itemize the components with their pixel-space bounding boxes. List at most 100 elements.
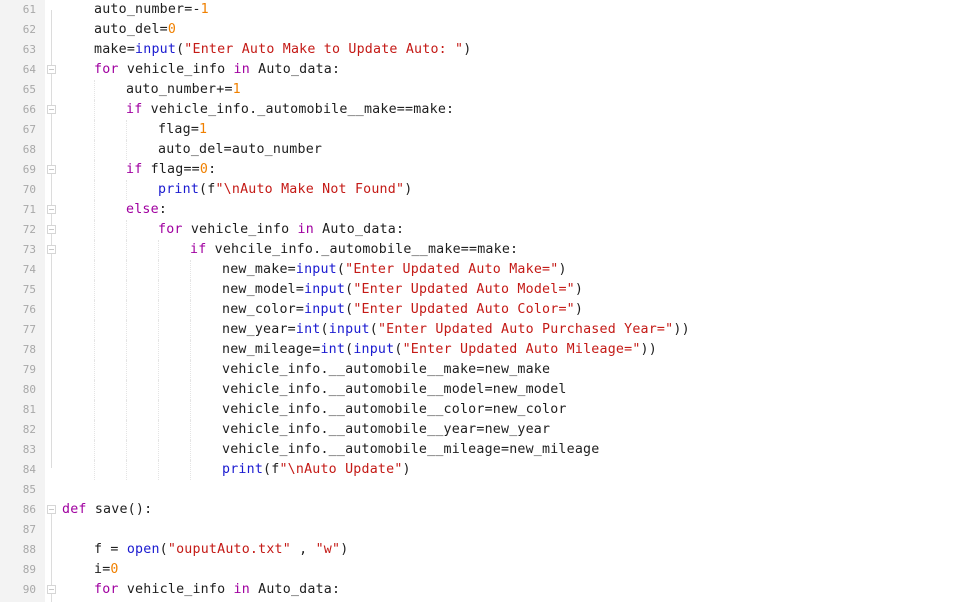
line-number: 64 [22, 63, 36, 76]
token-string: "Enter Updated Auto Purchased Year=" [377, 322, 674, 337]
code-line[interactable]: 85 [0, 480, 974, 500]
token-string: "Enter Updated Auto Make=" [345, 262, 559, 277]
token-number: 1 [232, 82, 241, 97]
indent-guide [126, 240, 127, 260]
code-line[interactable]: 74 new_make=input("Enter Updated Auto Mak… [0, 260, 974, 280]
indent-guide [190, 280, 191, 300]
token-string: "Enter Updated Auto Mileage=" [402, 342, 641, 357]
code-line[interactable]: 63 make=input("Enter Auto Make to Update … [0, 40, 974, 60]
line-number: 76 [22, 303, 36, 316]
indent-guide [126, 420, 127, 440]
token-text: vehicle_info [182, 222, 298, 237]
code-line[interactable]: 72 for vehicle_info in Auto_data: [0, 220, 974, 240]
code-line[interactable]: 87 [0, 520, 974, 540]
code-line[interactable]: 73 if vehcile_info._automobile__make==mak… [0, 240, 974, 260]
indent-guide [158, 400, 159, 420]
indent-guide [94, 140, 95, 160]
token-text: )) [640, 342, 657, 357]
token-keyword: else [126, 202, 159, 217]
code-line[interactable]: 89 i=0 [0, 560, 974, 580]
indent-guide [94, 120, 95, 140]
line-number: 90 [22, 583, 36, 596]
token-text: auto_number=- [94, 2, 201, 17]
fold-collapse-icon[interactable] [47, 505, 56, 514]
token-text: auto_del= [94, 22, 168, 37]
token-text: new_mileage= [222, 342, 321, 357]
code-line[interactable]: 77 new_year=int(input("Enter Updated Auto… [0, 320, 974, 340]
code-line[interactable]: 78 new_mileage=int(input("Enter Updated A… [0, 340, 974, 360]
code-text: vehicle_info.__automobile__year=new_year [222, 420, 550, 440]
line-number: 84 [22, 463, 36, 476]
fold-collapse-icon[interactable] [47, 105, 56, 114]
code-line[interactable]: 88 f = open("ouputAuto.txt" , "w") [0, 540, 974, 560]
code-text: for vehicle_info in Auto_data: [94, 60, 340, 80]
token-string: "Enter Auto Make to Update Auto: " [184, 42, 464, 57]
token-keyword: in [233, 62, 250, 77]
code-line[interactable]: 67 flag=1 [0, 120, 974, 140]
code-line[interactable]: 65 auto_number+=1 [0, 80, 974, 100]
token-number: 0 [167, 22, 177, 37]
code-line[interactable]: 84 print(f"\nAuto Update") [0, 460, 974, 480]
code-line[interactable]: 62 auto_del=0 [0, 20, 974, 40]
token-text: ) [558, 262, 567, 277]
indent-guide [126, 300, 127, 320]
code-line[interactable]: 71 else: [0, 200, 974, 220]
code-line[interactable]: 61 auto_number=-1 [0, 0, 974, 20]
token-string: "ouputAuto.txt" [167, 542, 291, 557]
fold-collapse-icon[interactable] [47, 585, 56, 594]
token-builtin: input [353, 342, 395, 357]
indent-guide [126, 460, 127, 480]
token-text: f = [94, 542, 127, 557]
code-line[interactable]: 64 for vehicle_info in Auto_data: [0, 60, 974, 80]
token-number: 1 [199, 122, 208, 137]
indent-guide [190, 360, 191, 380]
fold-collapse-icon[interactable] [47, 205, 56, 214]
fold-collapse-icon[interactable] [47, 165, 56, 174]
fold-collapse-icon[interactable] [47, 65, 56, 74]
token-text: vehicle_info.__automobile__color=new_col… [222, 402, 567, 417]
code-line[interactable]: 79 vehicle_info.__automobile__make=new_ma… [0, 360, 974, 380]
code-text: else: [126, 200, 167, 220]
line-number: 72 [22, 223, 36, 236]
indent-guide [190, 460, 191, 480]
code-line[interactable]: 82 vehicle_info.__automobile__year=new_ye… [0, 420, 974, 440]
indent-guide [190, 400, 191, 420]
line-number: 70 [22, 183, 36, 196]
code-text: auto_del=0 [94, 20, 176, 40]
indent-guide [126, 140, 127, 160]
code-line[interactable]: 75 new_model=input("Enter Updated Auto Mo… [0, 280, 974, 300]
token-text: vehicle_info.__automobile__model=new_mod… [222, 382, 567, 397]
token-builtin: int [320, 342, 346, 357]
line-number: 67 [22, 123, 36, 136]
code-line[interactable]: 81 vehicle_info.__automobile__color=new_c… [0, 400, 974, 420]
code-text: new_color=input("Enter Updated Auto Colo… [222, 300, 583, 320]
code-text: auto_del=auto_number [158, 140, 322, 160]
indent-guide [94, 300, 95, 320]
code-text: print(f"\nAuto Make Not Found") [158, 180, 412, 200]
indent-guide [126, 260, 127, 280]
token-text: vehicle_info.__automobile__year=new_year [222, 422, 551, 437]
code-line[interactable]: 90 for vehicle_info in Auto_data: [0, 580, 974, 600]
code-line[interactable]: 70 print(f"\nAuto Make Not Found") [0, 180, 974, 200]
fold-collapse-icon[interactable] [47, 245, 56, 254]
indent-guide [158, 280, 159, 300]
code-line[interactable]: 83 vehicle_info.__automobile__mileage=new… [0, 440, 974, 460]
code-line[interactable]: 80 vehicle_info.__automobile__model=new_m… [0, 380, 974, 400]
token-text: vehicle_info.__automobile__mileage=new_m… [222, 442, 600, 457]
code-line[interactable]: 76 new_color=input("Enter Updated Auto Co… [0, 300, 974, 320]
indent-guide [190, 440, 191, 460]
code-line[interactable]: 86 def save(): [0, 500, 974, 520]
code-line[interactable]: 66 if vehicle_info._automobile__make==mak… [0, 100, 974, 120]
line-number: 86 [22, 503, 36, 516]
token-text: Auto_data: [249, 62, 341, 77]
token-keyword: if [126, 102, 143, 117]
fold-collapse-icon[interactable] [47, 225, 56, 234]
code-editor[interactable]: 61 auto_number=-1 62 auto_del=0 63 make=input… [0, 0, 974, 600]
code-line[interactable]: 69 if flag==0: [0, 160, 974, 180]
token-text: new_color= [222, 302, 305, 317]
code-line[interactable]: 68 auto_del=auto_number [0, 140, 974, 160]
token-keyword: def [62, 502, 87, 517]
indent-guide [94, 460, 95, 480]
token-text: ( [369, 322, 378, 337]
code-text: for vehicle_info in Auto_data: [94, 580, 340, 600]
